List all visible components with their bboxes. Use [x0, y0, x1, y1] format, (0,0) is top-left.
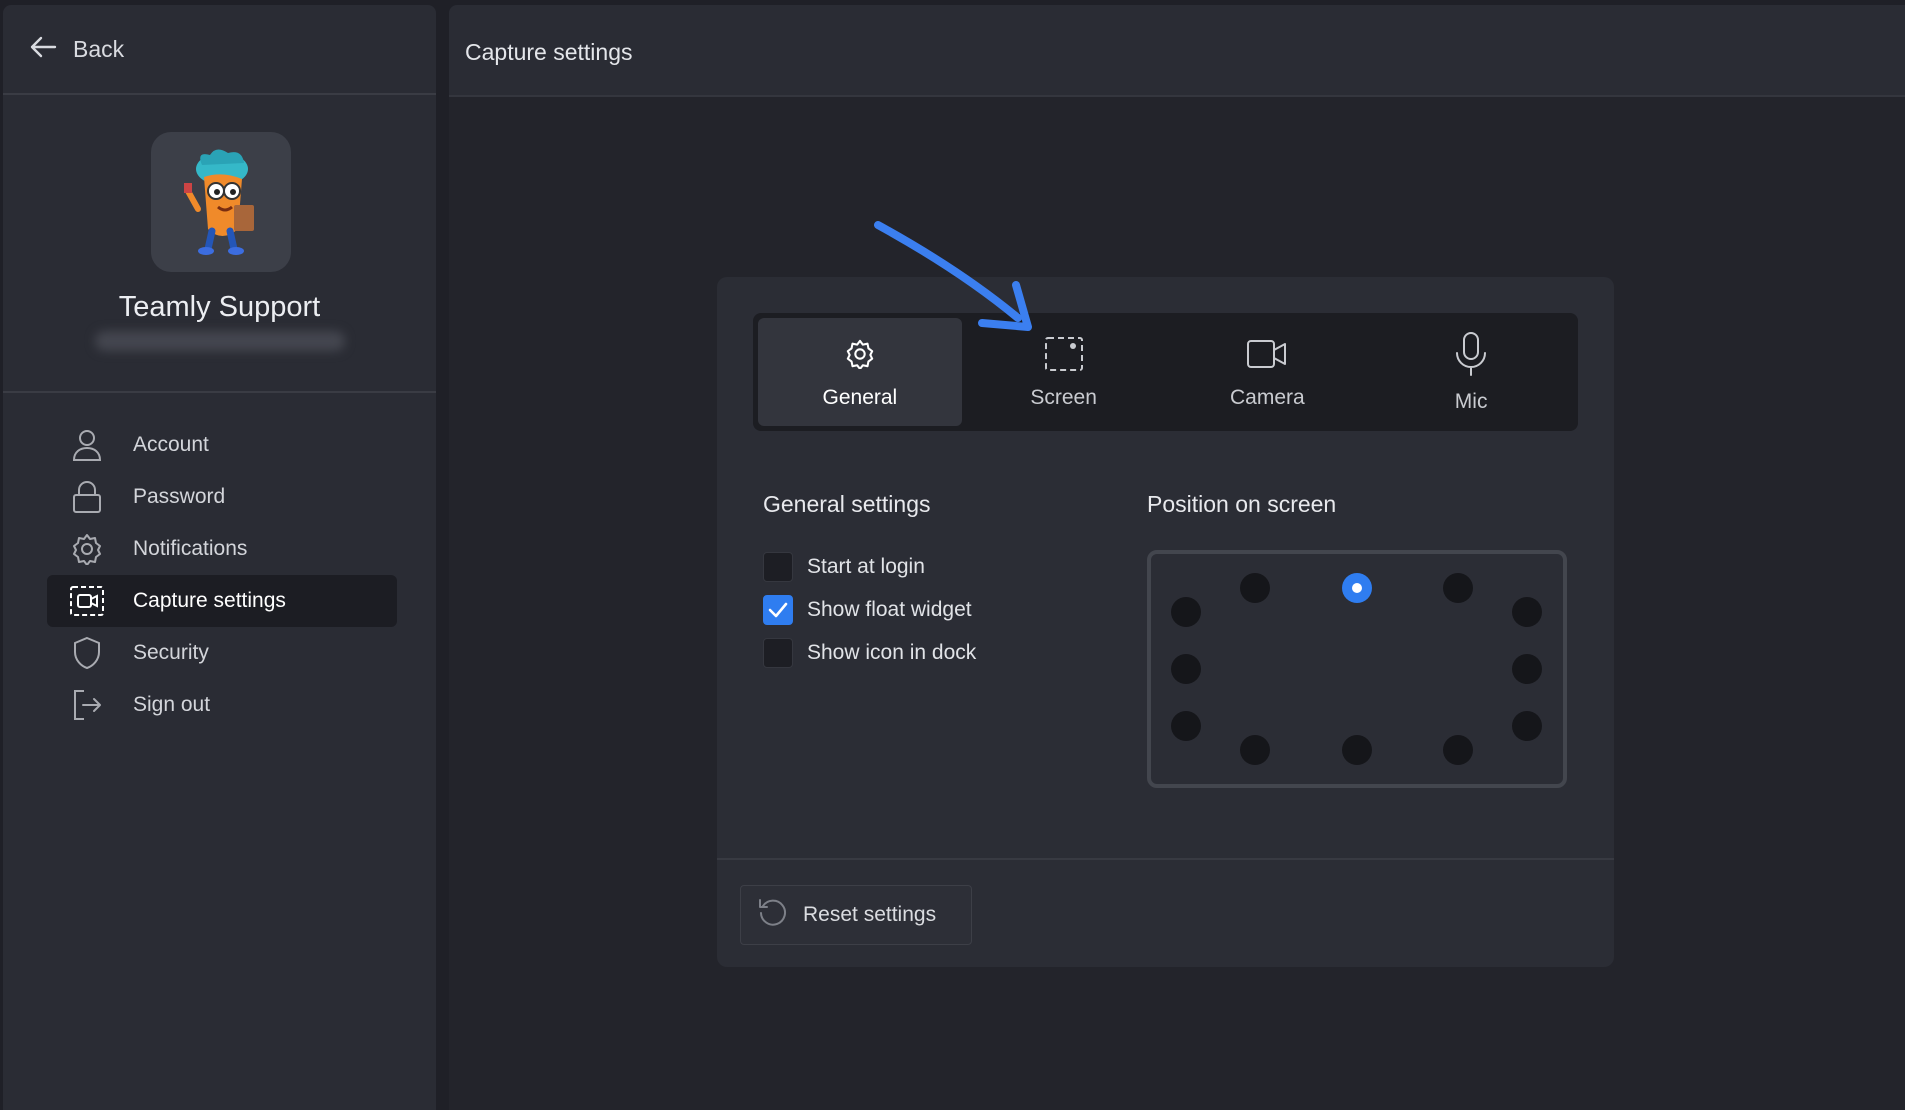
sidebar-item-account[interactable]: Account	[47, 419, 397, 471]
sidebar: Back Teamly Support Account Password Not…	[3, 5, 436, 1110]
back-label: Back	[73, 36, 125, 62]
sidebar-item-sign-out[interactable]: Sign out	[47, 679, 397, 731]
sidebar-item-label: Capture settings	[133, 589, 286, 612]
capture-icon	[69, 583, 105, 619]
capture-settings-card: General Screen Camera Mic General settin…	[717, 277, 1614, 967]
checkbox-label: Start at login	[807, 555, 925, 578]
position-bottom-center[interactable]	[1342, 735, 1372, 765]
tab-camera[interactable]: Camera	[1166, 318, 1370, 426]
shield-icon	[69, 635, 105, 671]
lock-icon	[69, 479, 105, 515]
checkbox[interactable]	[763, 552, 793, 582]
tab-label: Screen	[1030, 386, 1097, 409]
start-at-login-checkbox[interactable]: Start at login	[763, 552, 925, 582]
position-bottom-right[interactable]	[1443, 735, 1473, 765]
back-button[interactable]: Back	[29, 35, 124, 64]
position-picker	[1147, 550, 1567, 788]
avatar	[151, 132, 291, 272]
divider	[3, 93, 436, 95]
position-top-center[interactable]	[1342, 573, 1372, 603]
tab-label: General	[822, 386, 898, 409]
camera-icon	[1246, 334, 1288, 374]
position-right-top[interactable]	[1512, 597, 1542, 627]
sidebar-item-notifications[interactable]: Notifications	[47, 523, 397, 575]
sidebar-item-label: Password	[133, 485, 226, 508]
reset-settings-label: Reset settings	[803, 903, 937, 926]
show-float-widget-checkbox[interactable]: Show float widget	[763, 595, 972, 625]
position-bottom-left[interactable]	[1240, 735, 1270, 765]
mic-icon	[1454, 330, 1488, 378]
position-left-bottom[interactable]	[1171, 711, 1201, 741]
position-left-top[interactable]	[1171, 597, 1201, 627]
show-icon-in-dock-checkbox[interactable]: Show icon in dock	[763, 638, 976, 668]
screen-select-icon	[1044, 334, 1084, 374]
sidebar-item-capture-settings[interactable]: Capture settings	[47, 575, 397, 627]
sidebar-item-label: Account	[133, 433, 209, 456]
position-right-middle[interactable]	[1512, 654, 1542, 684]
sidebar-item-password[interactable]: Password	[47, 471, 397, 523]
sidebar-item-security[interactable]: Security	[47, 627, 397, 679]
divider	[3, 391, 436, 393]
checkbox-label: Show float widget	[807, 598, 972, 621]
position-left-middle[interactable]	[1171, 654, 1201, 684]
annotation-arrow-icon	[874, 221, 1032, 331]
tab-label: Mic	[1454, 390, 1488, 413]
user-icon	[69, 427, 105, 463]
tab-mic[interactable]: Mic	[1369, 318, 1573, 426]
gear-icon	[69, 531, 105, 567]
email-redacted	[95, 331, 345, 351]
position-title: Position on screen	[1147, 491, 1337, 517]
main-header: Capture settings	[449, 5, 1905, 97]
arrow-left-icon	[29, 35, 57, 64]
page-title: Capture settings	[465, 39, 633, 65]
checkbox[interactable]	[763, 638, 793, 668]
sidebar-item-label: Security	[133, 641, 209, 664]
divider	[717, 858, 1614, 860]
checkbox[interactable]	[763, 595, 793, 625]
general-settings-title: General settings	[763, 491, 931, 517]
reset-icon	[757, 896, 789, 934]
position-right-bottom[interactable]	[1512, 711, 1542, 741]
sidebar-item-label: Sign out	[133, 693, 211, 716]
user-name: Teamly Support	[118, 291, 321, 323]
sign-out-icon	[69, 687, 105, 723]
carrot-mascot-icon	[184, 149, 254, 255]
checkbox-label: Show icon in dock	[807, 641, 977, 664]
settings-nav: Account Password Notifications Capture s…	[47, 419, 397, 731]
position-top-right[interactable]	[1443, 573, 1473, 603]
sidebar-item-label: Notifications	[133, 537, 248, 560]
tab-label: Camera	[1230, 386, 1305, 409]
reset-settings-button[interactable]: Reset settings	[740, 885, 972, 945]
position-top-left[interactable]	[1240, 573, 1270, 603]
check-icon	[768, 602, 788, 618]
